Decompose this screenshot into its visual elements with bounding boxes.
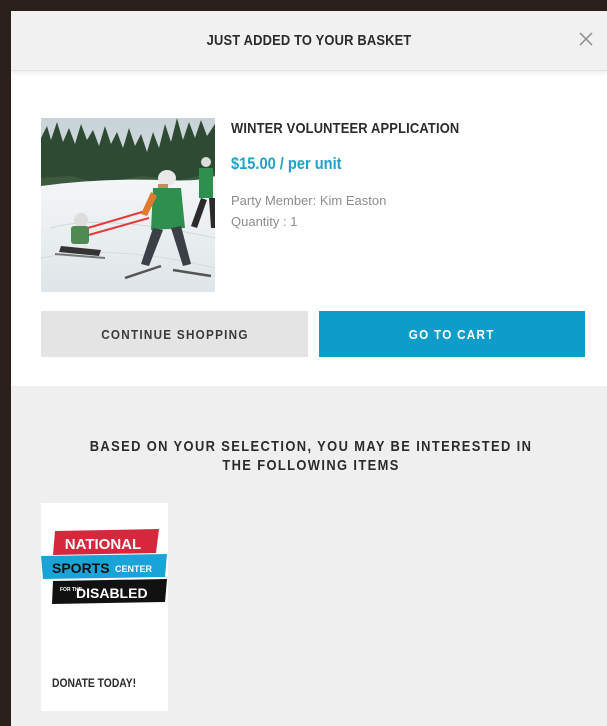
product-price: $15.00 / per unit (231, 154, 342, 173)
logo-line2b: CENTER (115, 564, 153, 574)
close-icon (579, 32, 593, 46)
suggestion-card[interactable]: NATIONAL SPORTS CENTER FOR THE DISABLED … (41, 503, 168, 711)
modal-header: JUST ADDED TO YOUR BASKET (11, 11, 607, 71)
go-to-cart-button[interactable]: GO TO CART (319, 311, 585, 357)
quantity: Quantity : 1 (231, 214, 298, 229)
suggestions-section: BASED ON YOUR SELECTION, YOU MAY BE INTE… (11, 386, 607, 726)
adaptive-skiing-photo (41, 118, 215, 292)
product-meta: Party Member: Kim Easton Quantity : 1 (231, 190, 581, 232)
national-sports-center-logo: NATIONAL SPORTS CENTER FOR THE DISABLED (41, 529, 168, 609)
logo-line2: SPORTS (52, 560, 110, 576)
suggestion-label: DONATE TODAY! (52, 676, 137, 690)
modal-title: JUST ADDED TO YOUR BASKET (206, 32, 412, 49)
go-to-cart-label: GO TO CART (409, 326, 495, 342)
close-button[interactable] (575, 28, 597, 50)
logo-line3: DISABLED (76, 585, 148, 601)
suggestions-heading: BASED ON YOUR SELECTION, YOU MAY BE INTE… (89, 438, 533, 474)
product-name: WINTER VOLUNTEER APPLICATION (231, 120, 460, 137)
basket-modal: JUST ADDED TO YOUR BASKET WINTER VOLUNTE… (11, 11, 607, 726)
product-info: WINTER VOLUNTEER APPLICATION $15.00 / pe… (231, 118, 581, 232)
logo-line1: NATIONAL (65, 536, 141, 553)
product-image (41, 118, 215, 292)
added-product: WINTER VOLUNTEER APPLICATION $15.00 / pe… (41, 118, 581, 293)
party-member: Party Member: Kim Easton (231, 193, 387, 208)
continue-shopping-button[interactable]: CONTINUE SHOPPING (41, 311, 308, 357)
continue-shopping-label: CONTINUE SHOPPING (100, 326, 249, 342)
